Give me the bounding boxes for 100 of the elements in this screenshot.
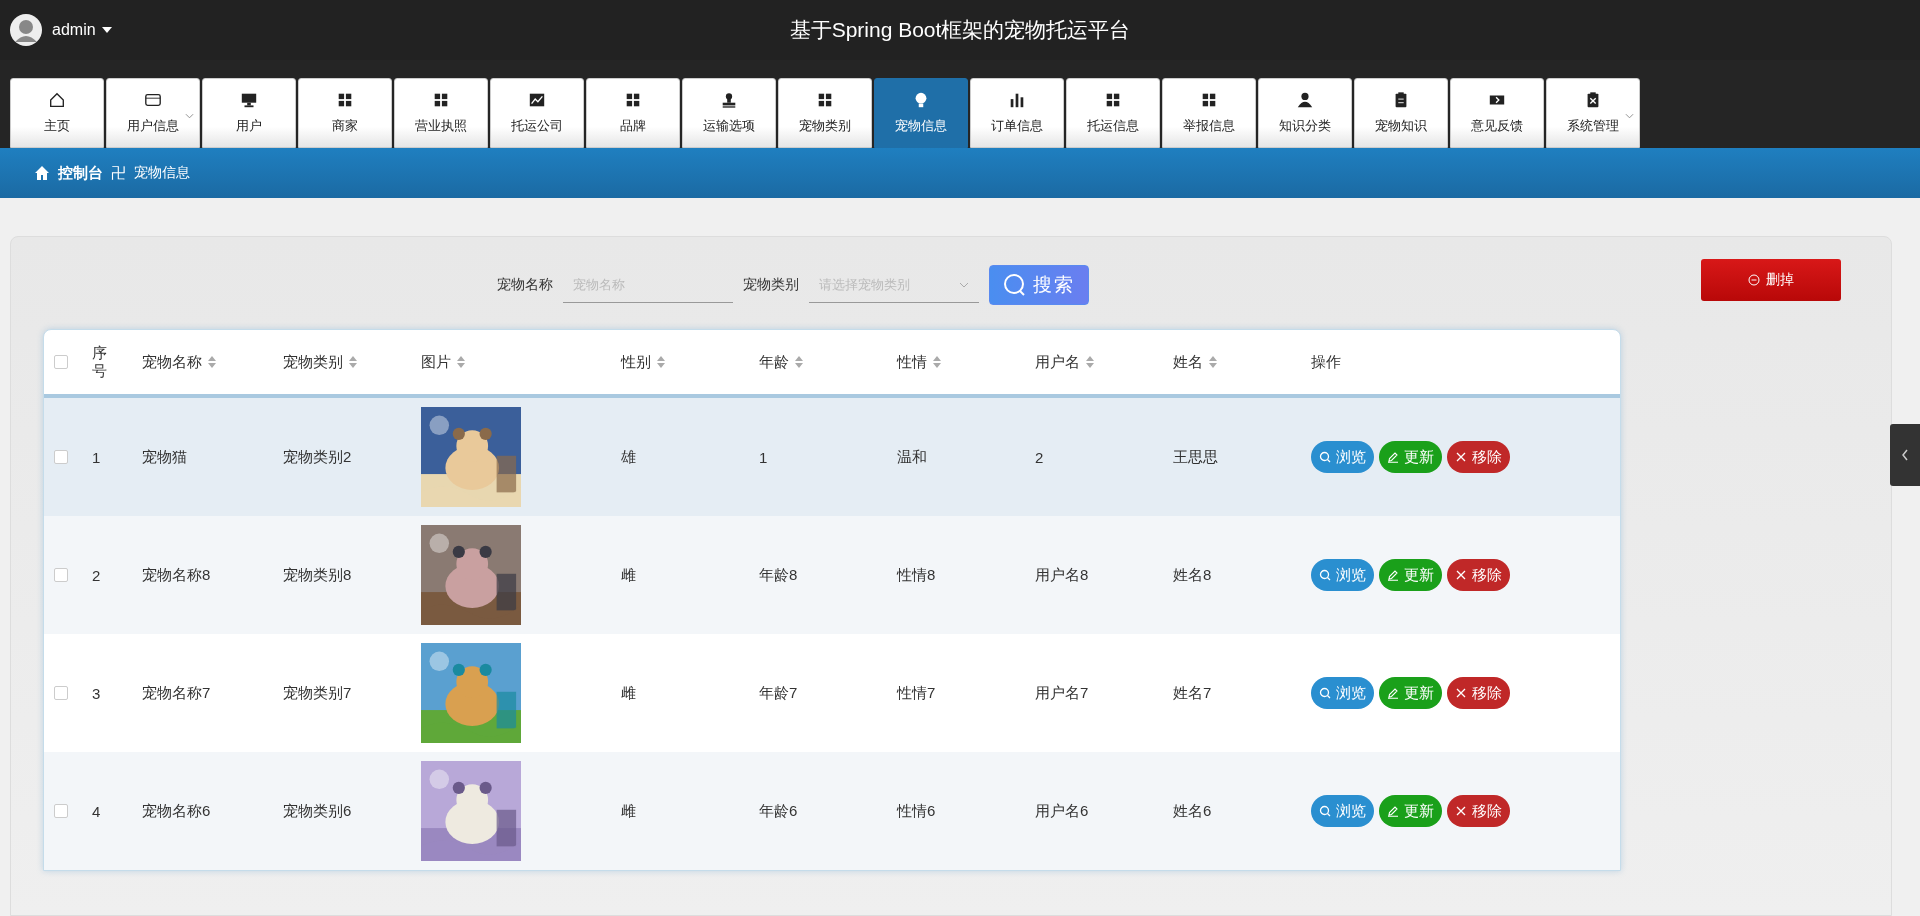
table-cell: 宠物类别2 [283,447,352,467]
table-cell: 2 [1035,448,1044,466]
table-cell: 宠物名称6 [142,801,211,821]
row-checkbox[interactable] [54,686,68,700]
remove-button[interactable]: 移除 [1447,559,1510,591]
nav-tab[interactable]: 运输选项 [682,78,776,148]
table-cell: 宠物类别8 [283,565,352,585]
chart-icon [528,91,546,109]
nav-tab[interactable]: 宠物信息 [874,78,968,148]
sort-icon[interactable] [657,356,665,368]
nav-tab[interactable]: 宠物类别 [778,78,872,148]
sort-icon[interactable] [795,356,803,368]
nav-tab[interactable]: 宠物知识 [1354,78,1448,148]
sort-icon[interactable] [1209,356,1217,368]
field-label: 宠物类别 [743,276,799,294]
column-header[interactable]: 用户名 [1035,352,1080,372]
delete-button[interactable]: 删掉 [1701,259,1841,301]
sort-icon[interactable] [208,356,216,368]
table-cell: 年龄7 [759,683,798,703]
table-cell: 2 [92,566,101,584]
column-header[interactable]: 性别 [621,352,651,372]
column-header: 序号 [92,344,108,380]
nav-tab[interactable]: 营业执照 [394,78,488,148]
table-row[interactable]: 2 宠物名称8 宠物类别8 雌 年龄8 性情8 用户名8 姓名8 浏览 更新 移除 [44,516,1620,634]
pencil-icon [1387,805,1399,817]
select-all-checkbox[interactable] [54,355,68,369]
grid-icon [336,91,354,109]
remove-button[interactable]: 移除 [1447,441,1510,473]
row-checkbox[interactable] [54,804,68,818]
table-row[interactable]: 1 宠物猫 宠物类别2 雄 1 温和 2 王思思 浏览 更新 移除 [44,398,1620,516]
field-label: 宠物名称 [497,276,553,294]
table-cell: 王思思 [1173,447,1218,467]
sort-icon[interactable] [933,356,941,368]
column-header[interactable]: 性情 [897,352,927,372]
nav-tab[interactable]: 订单信息 [970,78,1064,148]
table-cell: 1 [759,448,768,466]
nav-tab[interactable]: 主页 [10,78,104,148]
nav-tab[interactable]: 商家 [298,78,392,148]
table-cell: 4 [92,802,101,820]
table-row[interactable]: 3 宠物名称7 宠物类别7 雌 年龄7 性情7 用户名7 姓名7 浏览 更新 移除 [44,634,1620,752]
sort-icon[interactable] [349,356,357,368]
app-title: 基于Spring Boot框架的宠物托运平台 [789,17,1131,43]
column-header[interactable]: 宠物类别 [283,352,343,372]
table-cell: 性情8 [897,565,936,585]
search-button[interactable]: 搜索 [989,265,1089,305]
table-cell: 1 [92,448,101,466]
home-icon [34,165,50,181]
view-button[interactable]: 浏览 [1311,677,1374,709]
person-icon [1296,91,1314,109]
card-icon [144,91,162,109]
nav-tab[interactable]: 用户 [202,78,296,148]
view-button[interactable]: 浏览 [1311,795,1374,827]
close-icon [1455,687,1467,699]
table-row[interactable]: 4 宠物名称6 宠物类别6 雌 年龄6 性情6 用户名6 姓名6 浏览 更新 移除 [44,752,1620,870]
search-icon [1319,805,1331,817]
table-cell: 姓名8 [1173,565,1212,585]
row-checkbox[interactable] [54,568,68,582]
grid-icon [1200,91,1218,109]
table-cell: 性情7 [897,683,936,703]
avatar-icon[interactable] [10,14,42,46]
sort-icon[interactable] [1086,356,1094,368]
sort-icon[interactable] [457,356,465,368]
nav-tab[interactable]: 品牌 [586,78,680,148]
table-cell: 雌 [621,801,636,821]
chevron-down-icon [959,281,969,288]
view-button[interactable]: 浏览 [1311,441,1374,473]
bar-chart-icon [1008,91,1026,109]
column-header[interactable]: 姓名 [1173,352,1203,372]
close-icon [1455,805,1467,817]
close-icon [1455,451,1467,463]
home-icon [48,91,66,109]
search-icon [1003,273,1027,297]
remove-button[interactable]: 移除 [1447,795,1510,827]
pencil-icon [1387,687,1399,699]
monitor-icon [240,91,258,109]
nav-tab[interactable]: 托运公司 [490,78,584,148]
caret-icon[interactable] [101,27,112,33]
nav-tab[interactable]: 托运信息 [1066,78,1160,148]
grid-icon [816,91,834,109]
grid-icon [1104,91,1122,109]
table-cell: 姓名6 [1173,801,1212,821]
grid-icon [432,91,450,109]
table-cell: 年龄8 [759,565,798,585]
minus-circle-icon [1748,274,1760,286]
row-checkbox[interactable] [54,450,68,464]
table-cell: 用户名8 [1035,565,1089,585]
user-menu[interactable]: admin [52,21,96,39]
column-header[interactable]: 宠物名称 [142,352,202,372]
column-header[interactable]: 年龄 [759,352,789,372]
nav-tab[interactable]: 举报信息 [1162,78,1256,148]
breadcrumb-link[interactable]: 控制台 [58,163,103,183]
column-header[interactable]: 图片 [421,352,451,372]
collapse-handle[interactable] [1890,424,1920,486]
table-cell: 宠物名称8 [142,565,211,585]
nav-tab[interactable]: 用户信息 [106,78,200,148]
remove-button[interactable]: 移除 [1447,677,1510,709]
nav-tab[interactable]: 知识分类 [1258,78,1352,148]
nav-tab[interactable]: 系统管理 [1546,78,1640,148]
nav-tab[interactable]: 意见反馈 [1450,78,1544,148]
view-button[interactable]: 浏览 [1311,559,1374,591]
